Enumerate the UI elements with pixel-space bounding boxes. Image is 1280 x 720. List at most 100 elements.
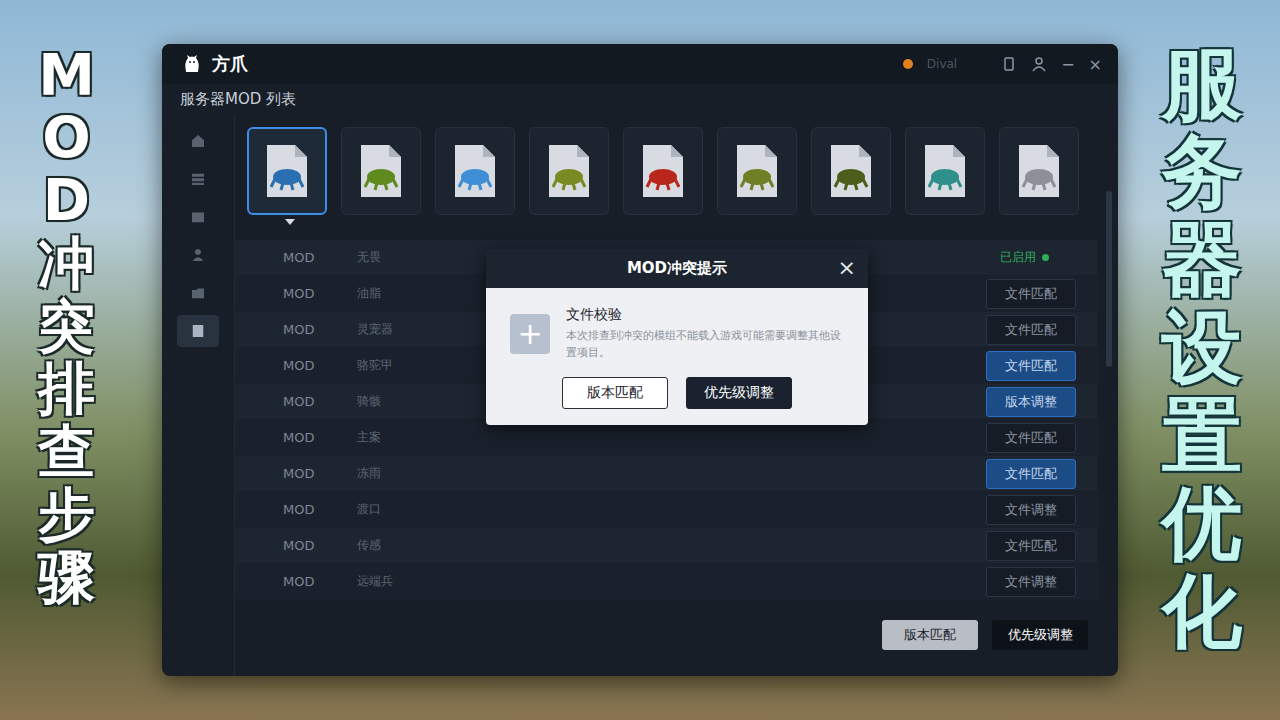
footer-button[interactable]: 优先级调整 xyxy=(992,620,1088,650)
mod-type: MOD xyxy=(235,394,357,409)
mod-tile[interactable] xyxy=(623,127,703,215)
action-cell: 版本调整 xyxy=(986,387,1098,417)
dialog-heading: 文件校验 xyxy=(566,306,844,324)
mod-tile[interactable] xyxy=(905,127,985,215)
app-title: 方爪 xyxy=(212,52,248,76)
user-icon[interactable] xyxy=(1031,56,1047,72)
menu-icon xyxy=(189,246,207,264)
row-action-button[interactable]: 版本调整 xyxy=(986,387,1076,417)
mod-file-icon xyxy=(545,143,593,199)
row-action-button[interactable]: 文件匹配 xyxy=(986,279,1076,309)
row-action-button[interactable]: 文件调整 xyxy=(986,495,1076,525)
sidebar-item[interactable] xyxy=(177,315,219,347)
mod-type: MOD xyxy=(235,430,357,445)
page-title: 服务器MOD 列表 xyxy=(162,84,1118,115)
mod-type: MOD xyxy=(235,574,357,589)
dialog-button[interactable]: 优先级调整 xyxy=(686,377,792,409)
mod-status: 已启用 xyxy=(986,249,1049,266)
action-cell: 文件调整 xyxy=(986,567,1098,597)
dialog-message: 本次排查到冲突的模组不能载入游戏可能需要调整其他设置项目。 xyxy=(566,328,844,361)
scrollbar-thumb[interactable] xyxy=(1106,191,1112,367)
table-row[interactable]: MOD传感文件匹配 xyxy=(235,528,1098,564)
app-window: 方爪Dival−×服务器MOD 列表MOD无畏已启用MOD油脂文件匹配MOD灵宠… xyxy=(162,44,1118,676)
footer-bar: 版本匹配优先级调整 xyxy=(235,620,1104,676)
account-name[interactable]: Dival xyxy=(927,57,957,71)
window-control[interactable]: − xyxy=(1061,55,1074,74)
mod-name: 冻雨 xyxy=(357,465,986,482)
mod-type: MOD xyxy=(235,286,357,301)
sidebar-item[interactable] xyxy=(177,163,219,195)
plus-icon: + xyxy=(510,314,550,354)
sidebar-item[interactable] xyxy=(177,277,219,309)
action-cell: 文件匹配 xyxy=(986,351,1098,381)
dialog-header: MOD冲突提示 × xyxy=(486,249,868,288)
mod-name: 主案 xyxy=(357,429,986,446)
row-action-button[interactable]: 文件匹配 xyxy=(986,459,1076,489)
close-button[interactable]: × xyxy=(838,255,856,280)
mod-name: 传感 xyxy=(357,537,986,554)
footer-button[interactable]: 版本匹配 xyxy=(882,620,978,650)
dialog-body: + 文件校验本次排查到冲突的模组不能载入游戏可能需要调整其他设置项目。版本匹配优先… xyxy=(486,288,868,425)
mod-type: MOD xyxy=(235,538,357,553)
scrollbar[interactable] xyxy=(1106,115,1112,676)
table-row[interactable]: MOD主案文件匹配 xyxy=(235,420,1098,456)
row-action-button[interactable]: 文件匹配 xyxy=(986,531,1076,561)
mod-name: 远端兵 xyxy=(357,573,986,590)
mod-name: 渡口 xyxy=(357,501,986,518)
mod-file-icon xyxy=(451,143,499,199)
mod-type: MOD xyxy=(235,250,357,265)
menu-icon xyxy=(189,284,207,302)
mod-icon-strip xyxy=(235,115,1104,215)
action-cell: 已启用 xyxy=(986,249,1098,266)
mod-file-icon xyxy=(263,143,311,199)
mod-tile[interactable] xyxy=(811,127,891,215)
conflict-dialog: MOD冲突提示 × + 文件校验本次排查到冲突的模组不能载入游戏可能需要调整其他设置项… xyxy=(486,249,868,425)
mod-file-icon xyxy=(1015,143,1063,199)
action-cell: 文件匹配 xyxy=(986,315,1098,345)
title-bar: 方爪 Dival −× xyxy=(162,44,1118,84)
sidebar xyxy=(162,115,235,676)
device-icon[interactable] xyxy=(1001,56,1017,72)
title-bar-controls: Dival −× xyxy=(903,55,1102,74)
sidebar-item[interactable] xyxy=(177,125,219,157)
row-action-button[interactable]: 文件匹配 xyxy=(986,351,1076,381)
table-row[interactable]: MOD冻雨文件匹配 xyxy=(235,456,1098,492)
mod-tile[interactable] xyxy=(341,127,421,215)
dialog-title: MOD冲突提示 xyxy=(627,259,727,278)
right-caption: 服务器设置优化 xyxy=(1162,40,1242,656)
dialog-texts: 文件校验本次排查到冲突的模组不能载入游戏可能需要调整其他设置项目。 xyxy=(566,306,844,361)
mod-tile[interactable] xyxy=(529,127,609,215)
mod-tile[interactable] xyxy=(999,127,1079,215)
dialog-button[interactable]: 版本匹配 xyxy=(562,377,668,409)
status-dot xyxy=(1042,254,1049,261)
status-dot xyxy=(903,59,913,69)
mod-type: MOD xyxy=(235,358,357,373)
mod-tile[interactable] xyxy=(435,127,515,215)
status-text: 已启用 xyxy=(1000,249,1036,266)
row-action-button[interactable]: 文件匹配 xyxy=(986,315,1076,345)
action-cell: 文件匹配 xyxy=(986,459,1098,489)
sidebar-item[interactable] xyxy=(177,201,219,233)
sidebar-item[interactable] xyxy=(177,239,219,271)
mod-tile[interactable] xyxy=(717,127,797,215)
row-action-button[interactable]: 文件匹配 xyxy=(986,423,1076,453)
screen: MOD冲突排查步骤服务器设置优化方爪Dival−×服务器MOD 列表MOD无畏已… xyxy=(0,0,1280,720)
table-row[interactable]: MOD渡口文件调整 xyxy=(235,492,1098,528)
mod-file-icon xyxy=(733,143,781,199)
dialog-info: + 文件校验本次排查到冲突的模组不能载入游戏可能需要调整其他设置项目。 xyxy=(510,306,844,361)
dialog-buttons: 版本匹配优先级调整 xyxy=(510,377,844,409)
brand: 方爪 xyxy=(180,52,248,76)
mod-tile[interactable] xyxy=(247,127,327,215)
menu-icon xyxy=(189,132,207,150)
window-control[interactable]: × xyxy=(1089,55,1102,74)
mod-type: MOD xyxy=(235,466,357,481)
action-cell: 文件匹配 xyxy=(986,423,1098,453)
menu-icon xyxy=(189,170,207,188)
left-caption: MOD冲突排查步骤 xyxy=(38,44,95,608)
row-action-button[interactable]: 文件调整 xyxy=(986,567,1076,597)
table-row[interactable]: MOD远端兵文件调整 xyxy=(235,564,1098,600)
menu-icon xyxy=(189,322,207,340)
action-cell: 文件匹配 xyxy=(986,531,1098,561)
action-cell: 文件匹配 xyxy=(986,279,1098,309)
mod-file-icon xyxy=(357,143,405,199)
